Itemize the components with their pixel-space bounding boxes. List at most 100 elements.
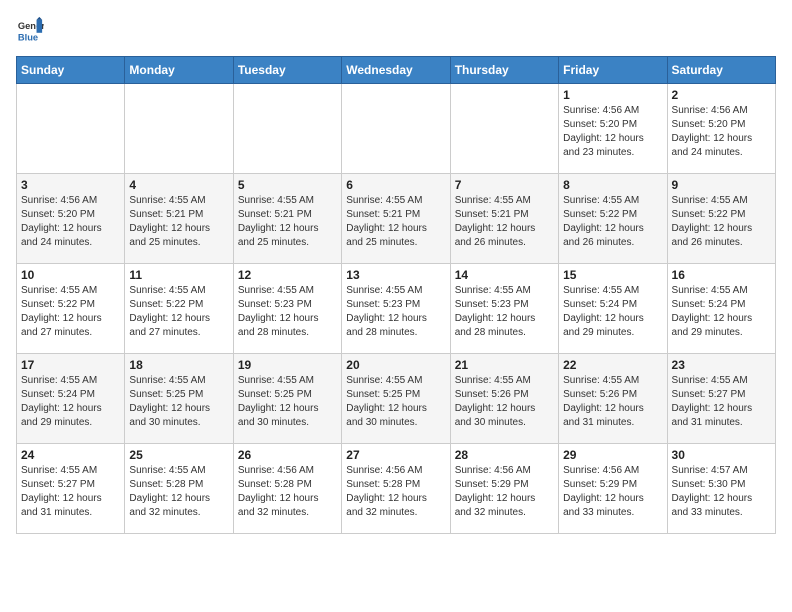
- calendar-cell: [17, 84, 125, 174]
- day-info: Sunrise: 4:55 AM Sunset: 5:22 PM Dayligh…: [21, 284, 120, 340]
- day-info: Sunrise: 4:55 AM Sunset: 5:21 PM Dayligh…: [129, 194, 228, 250]
- day-info: Sunrise: 4:55 AM Sunset: 5:21 PM Dayligh…: [346, 194, 445, 250]
- calendar-cell: 17Sunrise: 4:55 AM Sunset: 5:24 PM Dayli…: [17, 354, 125, 444]
- day-info: Sunrise: 4:56 AM Sunset: 5:20 PM Dayligh…: [21, 194, 120, 250]
- calendar-cell: 5 Sunrise: 4:55 AM Sunset: 5:21 PM Daylig…: [233, 174, 341, 264]
- day-number: 15: [563, 268, 662, 282]
- calendar-cell: 13Sunrise: 4:55 AM Sunset: 5:23 PM Dayli…: [342, 264, 450, 354]
- calendar-cell: 1 Sunrise: 4:56 AM Sunset: 5:20 PM Daylig…: [559, 84, 667, 174]
- day-info: Sunrise: 4:56 AM Sunset: 5:20 PM Dayligh…: [672, 104, 771, 160]
- calendar-cell: 30 Sunrise: 4:57 AM Sunset: 5:30 PM Dayli…: [667, 444, 775, 534]
- day-number: 14: [455, 268, 554, 282]
- day-number: 25: [129, 448, 228, 462]
- day-number: 10: [21, 268, 120, 282]
- day-number: 11: [129, 268, 228, 282]
- calendar-cell: 6 Sunrise: 4:55 AM Sunset: 5:21 PM Daylig…: [342, 174, 450, 264]
- calendar-cell: 18 Sunrise: 4:55 AM Sunset: 5:25 PM Dayli…: [125, 354, 233, 444]
- day-number: 12: [238, 268, 337, 282]
- weekday-header-saturday: Saturday: [667, 57, 775, 84]
- day-number: 1: [563, 88, 662, 102]
- day-number: 5: [238, 178, 337, 192]
- day-info: Sunrise: 4:55 AM Sunset: 5:27 PM Dayligh…: [672, 374, 771, 430]
- calendar-cell: 19Sunrise: 4:55 AM Sunset: 5:25 PM Dayli…: [233, 354, 341, 444]
- day-info: Sunrise: 4:55 AM Sunset: 5:22 PM Dayligh…: [563, 194, 662, 250]
- day-info: Sunrise: 4:55 AM Sunset: 5:23 PM Dayligh…: [455, 284, 554, 340]
- day-info: Sunrise: 4:55 AM Sunset: 5:21 PM Dayligh…: [455, 194, 554, 250]
- day-number: 23: [672, 358, 771, 372]
- calendar-cell: 20Sunrise: 4:55 AM Sunset: 5:25 PM Dayli…: [342, 354, 450, 444]
- day-info: Sunrise: 4:55 AM Sunset: 5:22 PM Dayligh…: [129, 284, 228, 340]
- calendar-cell: 12 Sunrise: 4:55 AM Sunset: 5:23 PM Dayli…: [233, 264, 341, 354]
- calendar-cell: 14 Sunrise: 4:55 AM Sunset: 5:23 PM Dayli…: [450, 264, 558, 354]
- day-number: 2: [672, 88, 771, 102]
- calendar-cell: 22 Sunrise: 4:55 AM Sunset: 5:26 PM Dayli…: [559, 354, 667, 444]
- calendar-cell: [233, 84, 341, 174]
- calendar-cell: 21 Sunrise: 4:55 AM Sunset: 5:26 PM Dayli…: [450, 354, 558, 444]
- day-number: 27: [346, 448, 445, 462]
- day-info: Sunrise: 4:55 AM Sunset: 5:23 PM Dayligh…: [238, 284, 337, 340]
- day-number: 30: [672, 448, 771, 462]
- day-number: 7: [455, 178, 554, 192]
- calendar-cell: 7 Sunrise: 4:55 AM Sunset: 5:21 PM Daylig…: [450, 174, 558, 264]
- day-number: 24: [21, 448, 120, 462]
- calendar-cell: [125, 84, 233, 174]
- day-info: Sunrise: 4:56 AM Sunset: 5:20 PM Dayligh…: [563, 104, 662, 160]
- calendar-cell: 16 Sunrise: 4:55 AM Sunset: 5:24 PM Dayli…: [667, 264, 775, 354]
- day-number: 6: [346, 178, 445, 192]
- calendar-cell: 27 Sunrise: 4:56 AM Sunset: 5:28 PM Dayli…: [342, 444, 450, 534]
- day-number: 3: [21, 178, 120, 192]
- day-number: 17: [21, 358, 120, 372]
- day-info: Sunrise: 4:55 AM Sunset: 5:21 PM Dayligh…: [238, 194, 337, 250]
- calendar-week-row: 10 Sunrise: 4:55 AM Sunset: 5:22 PM Dayli…: [17, 264, 776, 354]
- day-number: 21: [455, 358, 554, 372]
- calendar-week-row: 1 Sunrise: 4:56 AM Sunset: 5:20 PM Daylig…: [17, 84, 776, 174]
- calendar-week-row: 17Sunrise: 4:55 AM Sunset: 5:24 PM Dayli…: [17, 354, 776, 444]
- calendar-cell: 28Sunrise: 4:56 AM Sunset: 5:29 PM Dayli…: [450, 444, 558, 534]
- calendar-cell: [450, 84, 558, 174]
- day-info: Sunrise: 4:55 AM Sunset: 5:23 PM Dayligh…: [346, 284, 445, 340]
- day-info: Sunrise: 4:55 AM Sunset: 5:26 PM Dayligh…: [455, 374, 554, 430]
- day-number: 4: [129, 178, 228, 192]
- day-info: Sunrise: 4:55 AM Sunset: 5:25 PM Dayligh…: [346, 374, 445, 430]
- svg-text:Blue: Blue: [18, 32, 38, 42]
- day-info: Sunrise: 4:55 AM Sunset: 5:25 PM Dayligh…: [129, 374, 228, 430]
- calendar-cell: 25 Sunrise: 4:55 AM Sunset: 5:28 PM Dayli…: [125, 444, 233, 534]
- day-number: 19: [238, 358, 337, 372]
- day-info: Sunrise: 4:55 AM Sunset: 5:22 PM Dayligh…: [672, 194, 771, 250]
- weekday-header-wednesday: Wednesday: [342, 57, 450, 84]
- calendar-week-row: 24 Sunrise: 4:55 AM Sunset: 5:27 PM Dayli…: [17, 444, 776, 534]
- calendar-cell: 26Sunrise: 4:56 AM Sunset: 5:28 PM Dayli…: [233, 444, 341, 534]
- day-info: Sunrise: 4:56 AM Sunset: 5:29 PM Dayligh…: [563, 464, 662, 520]
- calendar-table: SundayMondayTuesdayWednesdayThursdayFrid…: [16, 56, 776, 534]
- calendar-cell: 3 Sunrise: 4:56 AM Sunset: 5:20 PM Daylig…: [17, 174, 125, 264]
- day-number: 18: [129, 358, 228, 372]
- calendar-cell: 24 Sunrise: 4:55 AM Sunset: 5:27 PM Dayli…: [17, 444, 125, 534]
- day-info: Sunrise: 4:56 AM Sunset: 5:29 PM Dayligh…: [455, 464, 554, 520]
- day-info: Sunrise: 4:55 AM Sunset: 5:24 PM Dayligh…: [672, 284, 771, 340]
- calendar-cell: 15Sunrise: 4:55 AM Sunset: 5:24 PM Dayli…: [559, 264, 667, 354]
- day-number: 29: [563, 448, 662, 462]
- calendar-cell: 2 Sunrise: 4:56 AM Sunset: 5:20 PM Daylig…: [667, 84, 775, 174]
- calendar-cell: 8Sunrise: 4:55 AM Sunset: 5:22 PM Daylig…: [559, 174, 667, 264]
- weekday-header-friday: Friday: [559, 57, 667, 84]
- calendar-cell: 4 Sunrise: 4:55 AM Sunset: 5:21 PM Daylig…: [125, 174, 233, 264]
- calendar-cell: [342, 84, 450, 174]
- day-info: Sunrise: 4:55 AM Sunset: 5:27 PM Dayligh…: [21, 464, 120, 520]
- calendar-cell: 9 Sunrise: 4:55 AM Sunset: 5:22 PM Daylig…: [667, 174, 775, 264]
- day-number: 9: [672, 178, 771, 192]
- day-info: Sunrise: 4:57 AM Sunset: 5:30 PM Dayligh…: [672, 464, 771, 520]
- day-number: 22: [563, 358, 662, 372]
- day-number: 16: [672, 268, 771, 282]
- weekday-header-thursday: Thursday: [450, 57, 558, 84]
- logo-icon: General Blue: [16, 16, 44, 44]
- day-info: Sunrise: 4:55 AM Sunset: 5:28 PM Dayligh…: [129, 464, 228, 520]
- weekday-header-monday: Monday: [125, 57, 233, 84]
- logo: General Blue: [16, 16, 48, 44]
- calendar-header-row: SundayMondayTuesdayWednesdayThursdayFrid…: [17, 57, 776, 84]
- day-info: Sunrise: 4:56 AM Sunset: 5:28 PM Dayligh…: [346, 464, 445, 520]
- calendar-cell: 10 Sunrise: 4:55 AM Sunset: 5:22 PM Dayli…: [17, 264, 125, 354]
- weekday-header-tuesday: Tuesday: [233, 57, 341, 84]
- day-info: Sunrise: 4:56 AM Sunset: 5:28 PM Dayligh…: [238, 464, 337, 520]
- day-info: Sunrise: 4:55 AM Sunset: 5:26 PM Dayligh…: [563, 374, 662, 430]
- calendar-cell: 29 Sunrise: 4:56 AM Sunset: 5:29 PM Dayli…: [559, 444, 667, 534]
